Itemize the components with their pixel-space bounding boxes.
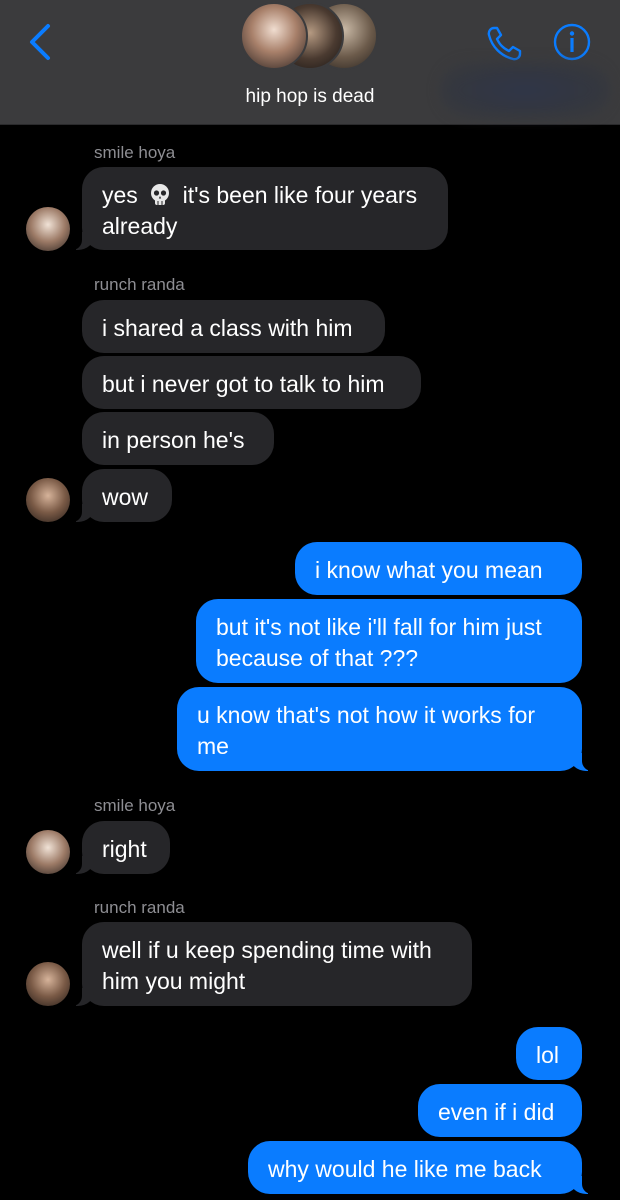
sender-name: smile hoya — [94, 143, 176, 162]
message-text: i shared a class with him — [102, 315, 353, 341]
chevron-left-icon[interactable] — [24, 22, 58, 62]
chat-header: hip hop is dead — [0, 0, 620, 125]
avatar[interactable] — [26, 830, 70, 874]
avatar[interactable] — [26, 962, 70, 1006]
message-text: lol — [536, 1042, 560, 1068]
message-text: even if i did — [438, 1099, 555, 1125]
message-bubble[interactable]: wow — [70, 469, 172, 522]
message-text: because of that ??? — [216, 645, 419, 671]
group-avatar-1 — [240, 2, 308, 70]
message-bubble[interactable]: u know that's not how it works for me — [177, 687, 594, 771]
message-bubble[interactable]: but i never got to talk to him — [82, 356, 421, 409]
message-text: wow — [102, 484, 149, 510]
message-bubble[interactable]: why would he like me back — [248, 1141, 594, 1194]
message-bubble[interactable]: i shared a class with him — [82, 300, 385, 353]
message-text: u know that's not how it works for — [197, 702, 536, 728]
message-text: me — [197, 733, 229, 759]
message-text: already — [102, 213, 178, 239]
group-avatars[interactable] — [240, 2, 380, 72]
message-text: right — [102, 836, 147, 862]
message-bubble[interactable]: yes it's been like four years already — [70, 167, 448, 250]
message-text: yes — [102, 182, 138, 208]
avatar[interactable] — [26, 207, 70, 251]
message-text: it's been like four years — [182, 182, 418, 208]
message-text: but i never got to talk to him — [102, 371, 385, 397]
message-text: him you might — [102, 968, 246, 994]
message-bubble[interactable]: even if i did — [418, 1084, 582, 1137]
info-icon[interactable] — [552, 22, 592, 62]
message-bubble[interactable]: in person he's — [82, 412, 274, 465]
sender-name: smile hoya — [94, 796, 176, 815]
phone-icon[interactable] — [484, 22, 526, 64]
message-bubble[interactable]: right — [70, 821, 170, 874]
message-text: in person he's — [102, 427, 245, 453]
sender-name: runch randa — [94, 275, 185, 294]
message-text: well if u keep spending time with — [102, 937, 432, 963]
message-bubble[interactable]: lol — [516, 1027, 582, 1080]
message-text: why would he like me back — [268, 1156, 542, 1182]
message-bubble[interactable]: but it's not like i'll fall for him just… — [196, 599, 582, 683]
sender-name: runch randa — [94, 898, 185, 917]
message-text: but it's not like i'll fall for him just — [216, 614, 542, 640]
avatar[interactable] — [26, 478, 70, 522]
message-bubble[interactable]: well if u keep spending time with him yo… — [70, 922, 472, 1006]
skull-emoji-icon — [151, 184, 170, 205]
message-bubble[interactable]: i know what you mean — [295, 542, 582, 595]
blurred-region — [440, 62, 610, 118]
message-text: i know what you mean — [315, 557, 543, 583]
